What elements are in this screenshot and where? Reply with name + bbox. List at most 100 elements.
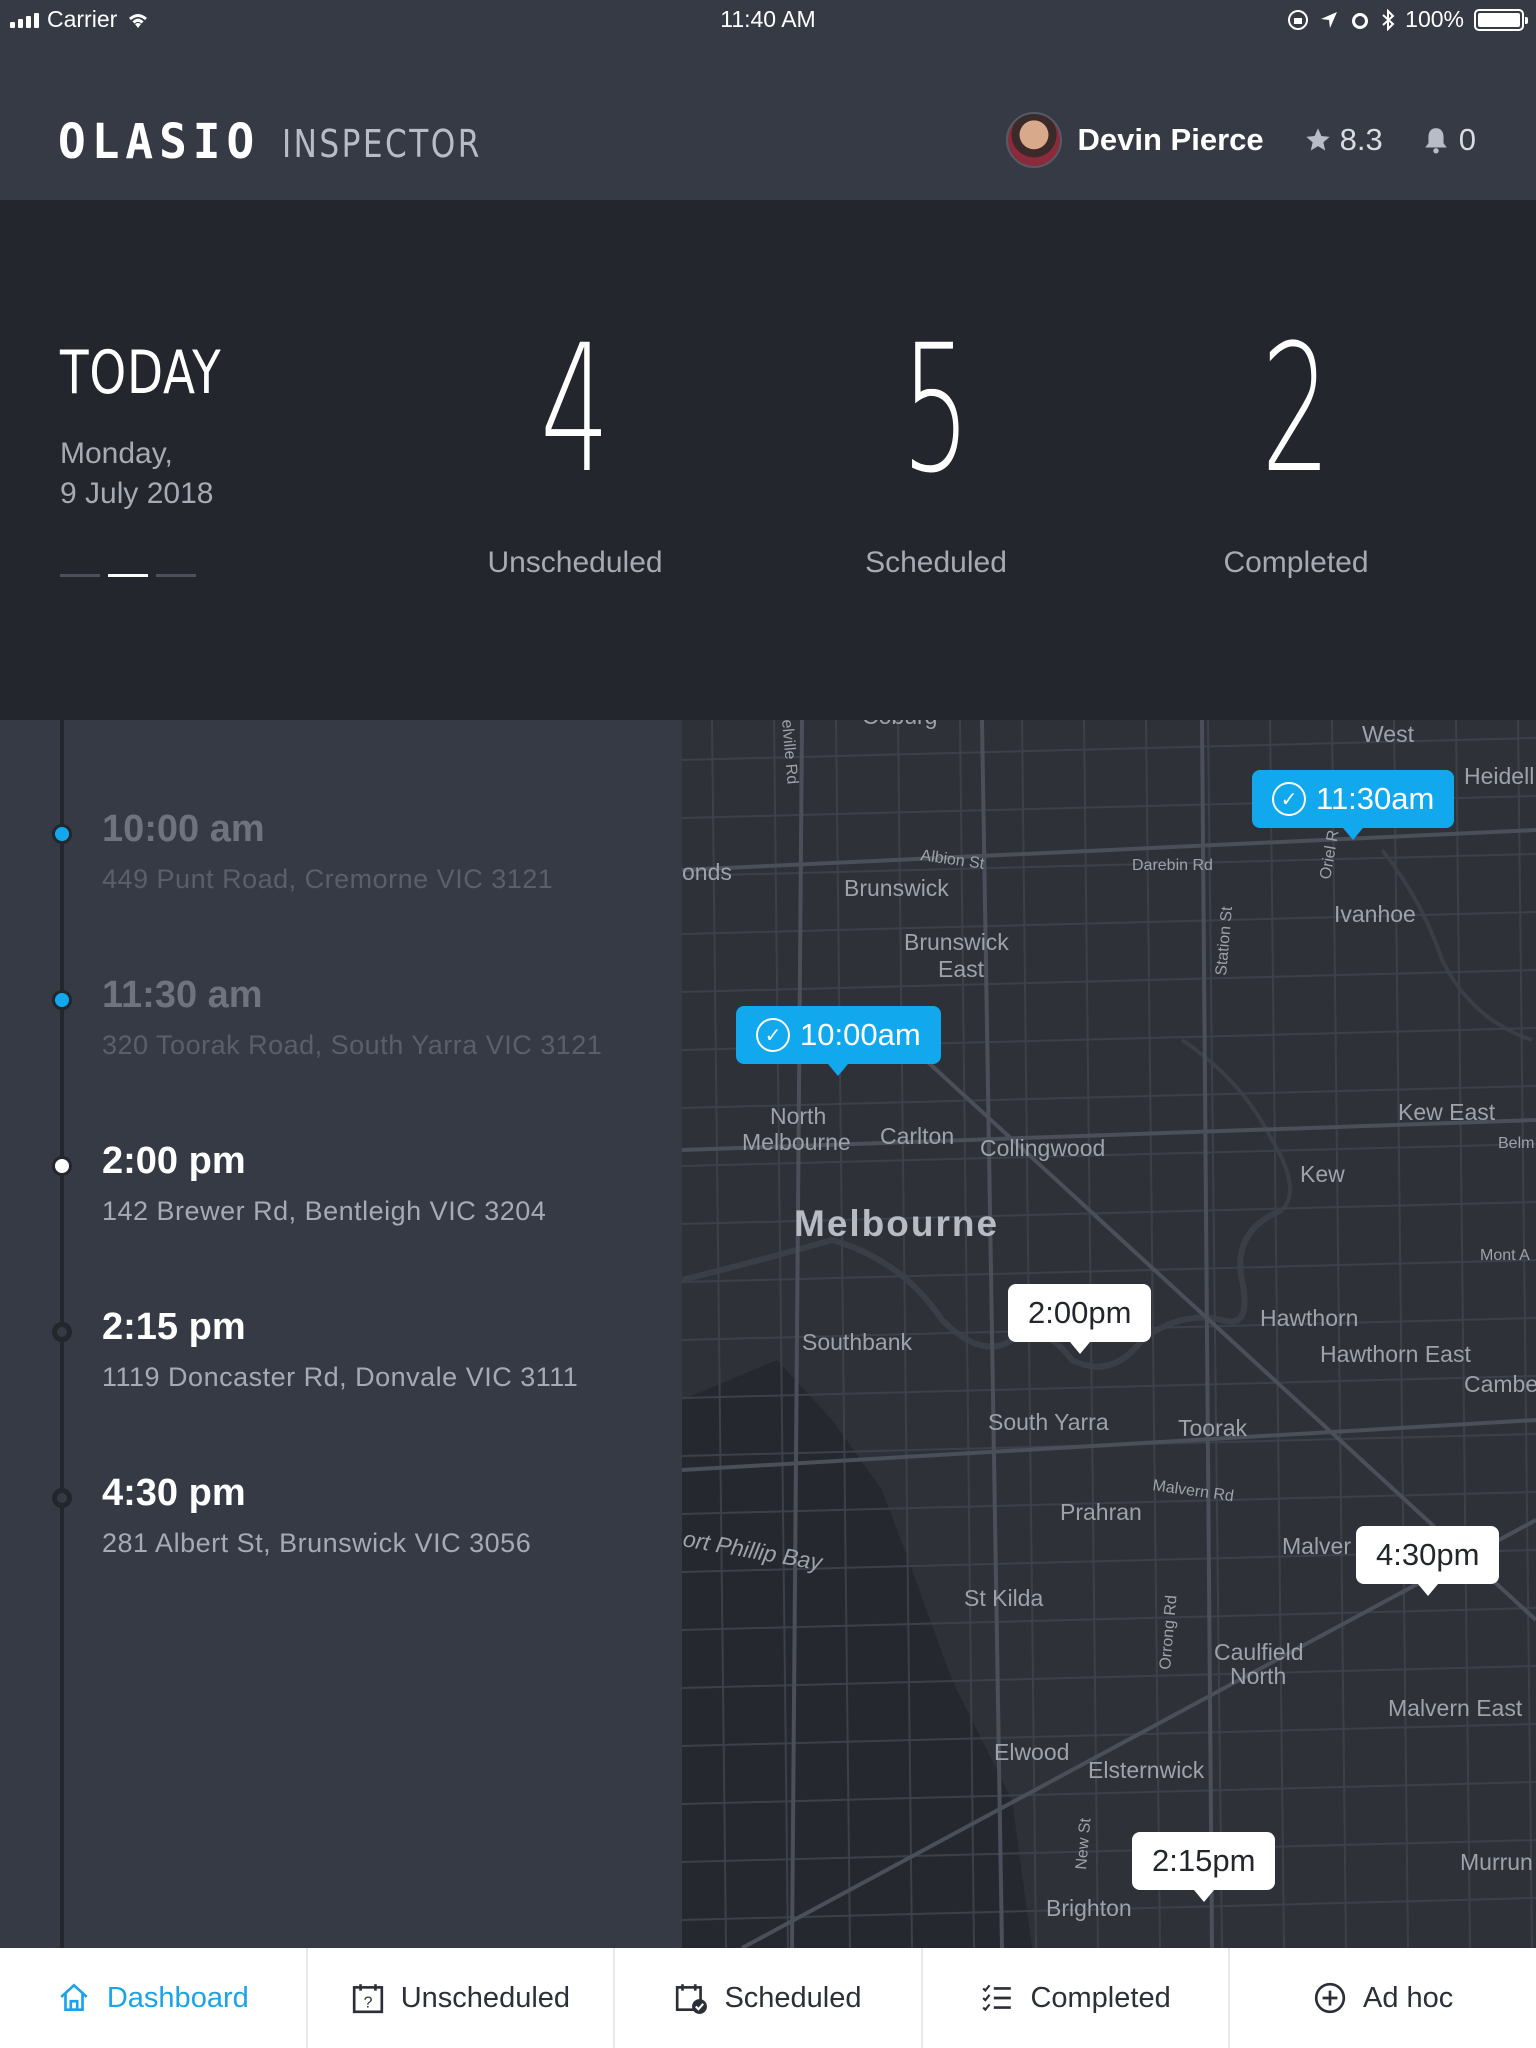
map-pin-scheduled[interactable]: 2:00pm [1008, 1284, 1152, 1354]
stat-label: Scheduled [865, 546, 1007, 579]
timeline-time: 10:00 am [102, 808, 265, 850]
date-value: 9 July 2018 [60, 477, 214, 510]
map-label: Collingwood [980, 1135, 1105, 1161]
timeline-item[interactable]: 2:15 pm 1119 Doncaster Rd, Donvale VIC 3… [0, 1298, 682, 1408]
checklist-icon [982, 1984, 1012, 2012]
svg-text:?: ? [363, 1995, 372, 2012]
map-pin-scheduled[interactable]: 4:30pm [1356, 1526, 1500, 1596]
tab-label: Unscheduled [400, 1981, 571, 2014]
map-label: South Yarra [988, 1409, 1109, 1435]
pin-label: 2:00pm [1028, 1295, 1132, 1330]
street-line [1269, 720, 1285, 1948]
map-label: Mont A [1480, 1247, 1530, 1264]
timeline-dot [52, 990, 72, 1010]
page-dot[interactable] [156, 574, 196, 577]
tab-bar: Dashboard ? Unscheduled Scheduled Comple… [0, 1948, 1536, 2048]
tab-label: Dashboard [106, 1981, 249, 2014]
map-label: Brighton [1046, 1895, 1132, 1921]
tab-scheduled[interactable]: Scheduled [615, 1948, 923, 2048]
summary-panel: TODAY Monday, 9 July 2018 4 Unscheduled … [0, 200, 1536, 720]
map-label: Ivanhoe [1334, 901, 1416, 927]
plus-circle-icon [1314, 1982, 1346, 2014]
timeline-item[interactable]: 4:30 pm 281 Albert St, Brunswick VIC 305… [0, 1464, 682, 1574]
page-dot-active[interactable] [108, 574, 148, 577]
tab-label: Scheduled [724, 1981, 862, 2014]
map-label: onds [682, 859, 732, 885]
street-line [682, 1259, 1536, 1283]
tab-completed[interactable]: Completed [923, 1948, 1231, 2048]
avatar[interactable] [1005, 112, 1062, 168]
street-line [1455, 720, 1471, 1948]
map-label: Melbourne [742, 1129, 851, 1155]
timeline-dot [52, 1322, 72, 1342]
map-label: Caulfield [1214, 1639, 1304, 1665]
stat-scheduled[interactable]: 5 Scheduled [786, 320, 1086, 580]
map-label: Toorak [1178, 1415, 1248, 1441]
bluetooth-icon [1382, 8, 1395, 31]
map-label: St Kilda [964, 1585, 1043, 1611]
today-date: Monday, 9 July 2018 [60, 434, 213, 514]
notifications-button[interactable]: 0 [1423, 122, 1476, 158]
timeline-address: 281 Albert St, Brunswick VIC 3056 [102, 1528, 532, 1558]
map-label: North [770, 1103, 826, 1129]
tab-dashboard[interactable]: Dashboard [0, 1948, 308, 2048]
timeline-item[interactable]: 10:00 am 449 Punt Road, Cremorne VIC 312… [0, 800, 682, 910]
user-name[interactable]: Devin Pierce [1078, 122, 1264, 158]
map-label: Hawthorn [1260, 1305, 1358, 1331]
page-indicator[interactable] [60, 574, 196, 577]
timeline-dot [52, 1156, 72, 1176]
map-label: Cambe [1464, 1371, 1536, 1397]
calendar-question-icon: ? [352, 1984, 383, 2014]
weekday: Monday, [60, 437, 173, 470]
page-dot[interactable] [60, 574, 100, 577]
map-label: Elsternwick [1088, 1757, 1205, 1783]
timeline-time: 4:30 pm [102, 1472, 246, 1514]
timeline-address: 1119 Doncaster Rd, Donvale VIC 3111 [102, 1362, 579, 1392]
map-pin-completed[interactable]: ✓ 11:30am [1252, 770, 1455, 840]
map-label: Melbourne [794, 1203, 999, 1244]
map-label: North [1230, 1663, 1286, 1689]
check-icon: ✓ [756, 1018, 790, 1052]
tab-label: Completed [1030, 1981, 1171, 2014]
pin-label: 10:00am [800, 1017, 921, 1052]
map-view[interactable]: Coburg Preston West Heidell onds Albion … [682, 720, 1536, 1948]
map-label: Kew East [1398, 1099, 1496, 1125]
timeline-address: 320 Toorak Road, South Yarra VIC 3121 [102, 1030, 603, 1060]
tab-label: Ad hoc [1363, 1981, 1454, 2014]
rating-value: 8.3 [1339, 122, 1383, 157]
battery-percent: 100% [1405, 6, 1464, 32]
stat-unscheduled[interactable]: 4 Unscheduled [425, 320, 725, 580]
map-label: Kew [1300, 1161, 1345, 1187]
tab-unscheduled[interactable]: ? Unscheduled [308, 1948, 616, 2048]
timeline-item[interactable]: 11:30 am 320 Toorak Road, South Yarra VI… [0, 966, 682, 1076]
map-label: Southbank [802, 1329, 912, 1355]
brand-name: OLASIO [58, 112, 261, 170]
street-line [682, 969, 1536, 993]
street-line [1517, 720, 1533, 1948]
app-header: OLASIO INSPECTOR Devin Pierce 8.3 0 [0, 40, 1536, 200]
brand-product: INSPECTOR [282, 122, 483, 166]
stat-value: 4 [540, 307, 610, 512]
map-label: Malvern East [1388, 1695, 1523, 1721]
timeline: 10:00 am 449 Punt Road, Cremorne VIC 312… [0, 720, 682, 1948]
timeline-time: 2:15 pm [102, 1306, 246, 1348]
brand-logo[interactable]: OLASIO INSPECTOR [58, 112, 526, 170]
stat-completed[interactable]: 2 Completed [1146, 320, 1446, 580]
stat-label: Unscheduled [487, 546, 663, 579]
pin-label: 11:30am [1316, 781, 1435, 816]
map-label: Brunswick [844, 875, 949, 901]
map-label: Darebin Rd [1132, 857, 1213, 874]
map-pin-scheduled[interactable]: 2:15pm [1132, 1832, 1276, 1902]
timeline-item[interactable]: 2:00 pm 142 Brewer Rd, Bentleigh VIC 320… [0, 1132, 682, 1242]
map-pin-completed[interactable]: ✓ 10:00am [736, 1006, 941, 1076]
stat-value: 5 [901, 307, 971, 512]
alarm-icon [1352, 12, 1369, 29]
map-label: New St [1073, 1817, 1094, 1870]
map-label: Murrun [1460, 1849, 1533, 1875]
calendar-check-icon [676, 1984, 708, 2014]
tab-ad-hoc[interactable]: Ad hoc [1230, 1948, 1536, 2048]
timeline-dot [52, 824, 72, 844]
timeline-address: 449 Punt Road, Cremorne VIC 3121 [102, 864, 554, 894]
timeline-dot [52, 1488, 72, 1508]
pin-label: 4:30pm [1376, 1537, 1480, 1572]
